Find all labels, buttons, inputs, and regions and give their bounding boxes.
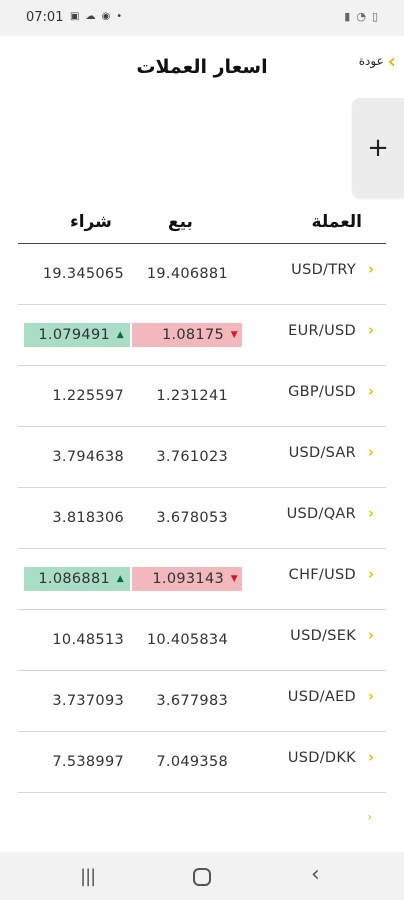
table-row[interactable]: 10.48513 10.405834 USD/SEK › (18, 610, 386, 671)
status-bar: 07:01 ▣ ☁ ◉ • ▮ ◔ ▯ (0, 0, 404, 36)
buy-price-value: 10.48513 (52, 632, 124, 648)
add-currency-button[interactable]: + (352, 98, 404, 198)
buy-price-value: 19.345065 (42, 266, 124, 282)
sell-price: 3.761023 (132, 445, 242, 469)
buy-price: 7.538997 (24, 750, 130, 774)
back-label: عودة (358, 54, 384, 68)
currency-pair: GBP/USD (288, 384, 356, 400)
sell-price: 1.093143 ▼ (132, 567, 242, 591)
buy-price-value: 1.225597 (52, 388, 124, 404)
chevron-right-icon: › (367, 443, 374, 461)
buy-price-value: 7.538997 (52, 754, 124, 770)
table-header: العملة بيع شراء (18, 200, 386, 244)
plus-icon: + (367, 133, 389, 163)
system-nav-bar: ||| ‹ (0, 852, 404, 900)
trend-down-icon: ▼ (230, 330, 238, 340)
currency-pair: USD/TRY (291, 262, 356, 278)
buy-price: 3.737093 (24, 689, 130, 713)
trend-down-icon: ▼ (230, 574, 238, 584)
chevron-right-icon: › (367, 565, 374, 583)
currency-pair: USD/SAR (288, 445, 356, 461)
buy-price: 10.48513 (24, 628, 130, 652)
chevron-right-icon: › (367, 260, 374, 278)
battery-icon: ▯ (371, 10, 378, 23)
table-row[interactable]: 3.818306 3.678053 USD/QAR › (18, 488, 386, 549)
back-icon[interactable]: ‹ (311, 862, 320, 887)
table-row[interactable]: 19.345065 19.406881 USD/TRY › (18, 244, 386, 305)
sell-price-value: 3.678053 (156, 510, 228, 526)
column-header-buy: شراء (70, 212, 112, 232)
status-time: 07:01 (26, 10, 64, 25)
table-row[interactable]: 1.079491 ▲ 1.08175 ▼ EUR/USD › (18, 305, 386, 366)
currency-pair: USD/DKK (287, 750, 356, 766)
wifi-icon: ◔ (356, 10, 366, 23)
buy-price-value: 3.818306 (52, 510, 124, 526)
table-row[interactable]: 3.794638 3.761023 USD/SAR › (18, 427, 386, 488)
sell-price-value: 19.406881 (146, 266, 228, 282)
messenger-icon: ◉ (101, 11, 111, 22)
buy-price: 1.086881 ▲ (24, 567, 130, 591)
back-button[interactable]: عودة ‹ (358, 49, 396, 73)
sell-price: 1.08175 ▼ (132, 323, 242, 347)
buy-price-value: 3.794638 (52, 449, 124, 465)
column-header-currency: العملة (311, 212, 362, 232)
chevron-right-icon: › (367, 687, 374, 705)
home-icon[interactable] (193, 868, 211, 886)
buy-price: 3.794638 (24, 445, 130, 469)
sell-price: 10.405834 (132, 628, 242, 652)
sell-price: 19.406881 (132, 262, 242, 286)
chevron-right-icon: › (367, 382, 374, 400)
sell-price: 1.231241 (132, 384, 242, 408)
buy-price: 19.345065 (24, 262, 130, 286)
chevron-right-icon: › (367, 626, 374, 644)
buy-price-value: 1.079491 (38, 327, 110, 343)
currency-pair: EUR/USD (288, 323, 356, 339)
gallery-icon: ▣ (70, 11, 80, 22)
dot-icon: • (116, 11, 123, 22)
buy-price: 1.225597 (24, 384, 130, 408)
sell-price-value: 10.405834 (146, 632, 228, 648)
currency-pair: USD/AED (287, 689, 356, 705)
buy-price-value: 1.086881 (38, 571, 110, 587)
column-header-sell: بيع (168, 212, 193, 232)
currency-pair: USD/QAR (286, 506, 356, 522)
currency-pair: CHF/USD (288, 567, 356, 583)
chevron-right-icon: › (367, 748, 374, 766)
trend-up-icon: ▲ (116, 330, 124, 340)
table-body: 19.345065 19.406881 USD/TRY › 1.079491 ▲ 1.081… (18, 244, 386, 793)
buy-price: 3.818306 (24, 506, 130, 530)
status-right-icons: ▮ ◔ ▯ (344, 10, 378, 23)
table-row[interactable]: 7.538997 7.049358 USD/DKK › (18, 732, 386, 793)
table-row[interactable]: 3.737093 3.677983 USD/AED › (18, 671, 386, 732)
battery-saver-icon: ▮ (344, 10, 351, 23)
table-row[interactable]: 1.225597 1.231241 GBP/USD › (18, 366, 386, 427)
sell-price-value: 3.761023 (156, 449, 228, 465)
sell-price-value: 1.093143 (152, 571, 224, 587)
sell-price-value: 1.08175 (161, 327, 224, 343)
buy-price-value: 3.737093 (52, 693, 124, 709)
chevron-right-icon: › (367, 321, 374, 339)
sell-price: 7.049358 (132, 750, 242, 774)
cloud-icon: ☁ (85, 11, 96, 22)
currency-table: العملة بيع شراء 19.345065 19.406881 USD/TR… (18, 200, 386, 793)
trend-up-icon: ▲ (116, 574, 124, 584)
chevron-right-icon: › (367, 504, 374, 522)
recents-icon[interactable]: ||| (80, 866, 96, 887)
currency-pair: USD/SEK (290, 628, 356, 644)
sell-price: 3.678053 (132, 506, 242, 530)
buy-price: 1.079491 ▲ (24, 323, 130, 347)
sell-price-value: 3.677983 (156, 693, 228, 709)
page-title: اسعار العملات (136, 56, 268, 78)
chevron-left-icon: ‹ (387, 49, 396, 73)
sell-price-value: 1.231241 (156, 388, 228, 404)
status-left-icons: ▣ ☁ ◉ • (70, 10, 122, 24)
table-row[interactable]: 1.086881 ▲ 1.093143 ▼ CHF/USD › (18, 549, 386, 610)
chevron-right-icon: › (367, 810, 372, 824)
sell-price: 3.677983 (132, 689, 242, 713)
sell-price-value: 7.049358 (156, 754, 228, 770)
